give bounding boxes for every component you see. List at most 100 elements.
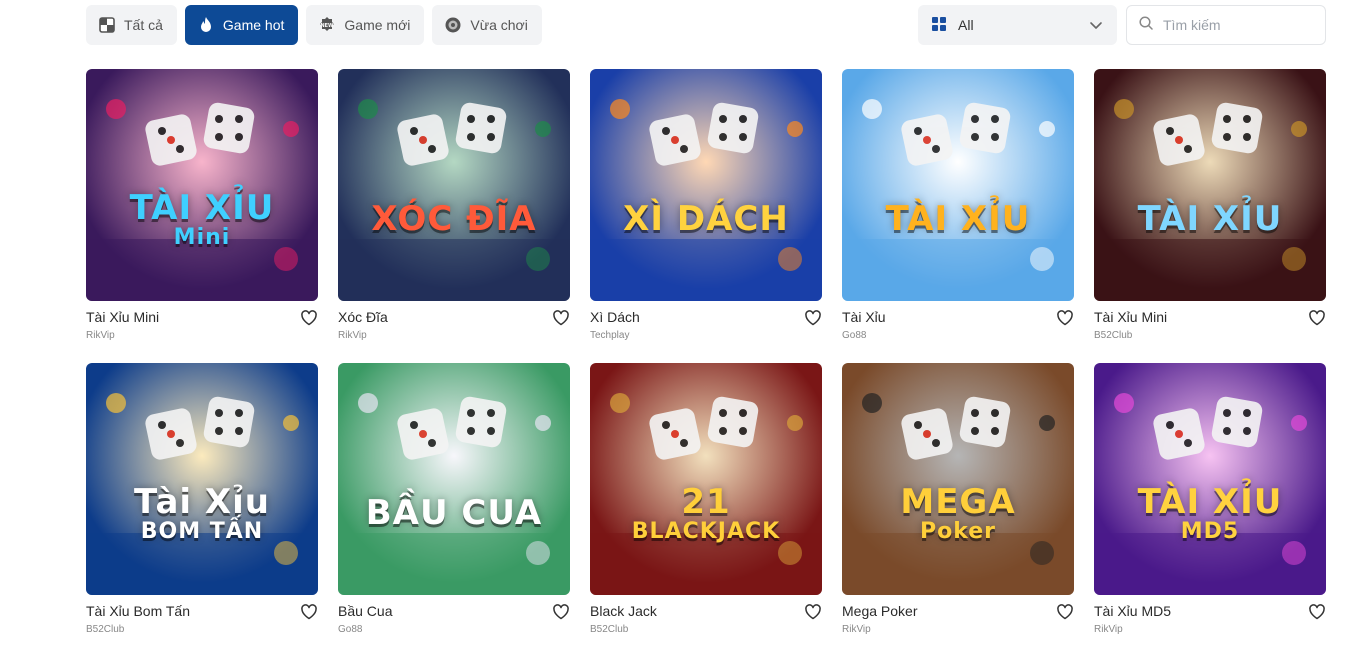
game-info: Tài Xỉu MD5 RikVip	[1094, 603, 1326, 643]
game-thumbnail[interactable]: TÀI XỈU MD5	[1094, 363, 1326, 595]
game-card[interactable]: MEGA Poker Mega Poker RikVip	[842, 363, 1074, 643]
game-thumbnail[interactable]: Tài Xỉu BOM TẤN	[86, 363, 318, 595]
game-name[interactable]: Tài Xỉu Bom Tấn	[86, 603, 318, 619]
game-card[interactable]: TÀI XỈU MD5 Tài Xỉu MD5 RikVip	[1094, 363, 1326, 643]
game-provider: B52Club	[590, 624, 629, 635]
game-card[interactable]: Tài Xỉu BOM TẤN Tài Xỉu Bom Tấn B52Club	[86, 363, 318, 643]
game-thumbnail[interactable]: XÌ DÁCH	[590, 69, 822, 301]
game-info: Bầu Cua Go88	[338, 603, 570, 643]
game-name[interactable]: Bầu Cua	[338, 603, 570, 619]
game-name[interactable]: Tài Xỉu MD5	[1094, 603, 1326, 619]
favorite-heart-icon[interactable]	[1308, 603, 1326, 621]
all-games-icon	[98, 16, 116, 34]
svg-text:NEW: NEW	[321, 23, 335, 29]
game-logo: XÌ DÁCH	[623, 199, 789, 239]
search-input[interactable]	[1163, 17, 1313, 33]
favorite-heart-icon[interactable]	[804, 309, 822, 327]
game-card[interactable]: TÀI XỈU Tài Xỉu Mini B52Club	[1094, 69, 1326, 349]
game-thumbnail[interactable]: BẦU CUA	[338, 363, 570, 595]
game-thumbnail[interactable]: TÀI XỈU Mini	[86, 69, 318, 301]
tab-all[interactable]: Tất cả	[86, 5, 177, 45]
game-provider: B52Club	[1094, 330, 1133, 341]
new-badge-icon: NEW	[318, 16, 336, 34]
game-provider: Techplay	[590, 330, 630, 341]
favorite-heart-icon[interactable]	[1308, 309, 1326, 327]
game-provider: Go88	[842, 330, 867, 341]
tab-all-label: Tất cả	[124, 17, 163, 33]
game-thumbnail[interactable]: TÀI XỈU	[842, 69, 1074, 301]
favorite-heart-icon[interactable]	[300, 603, 318, 621]
game-logo: MEGA Poker	[900, 482, 1016, 544]
game-thumbnail[interactable]: MEGA Poker	[842, 363, 1074, 595]
game-thumbnail[interactable]: 21 BLACKJACK	[590, 363, 822, 595]
game-card[interactable]: XÌ DÁCH Xì Dách Techplay	[590, 69, 822, 349]
game-name[interactable]: Tài Xỉu Mini	[1094, 309, 1326, 325]
dice-artwork	[1094, 393, 1326, 595]
game-info: Mega Poker RikVip	[842, 603, 1074, 643]
dice-artwork	[842, 99, 1074, 301]
game-logo: XÓC ĐĨA	[371, 199, 537, 239]
game-name[interactable]: Tài Xỉu	[842, 309, 1074, 325]
game-name[interactable]: Xì Dách	[590, 309, 822, 325]
game-provider: Go88	[338, 624, 363, 635]
search-icon	[1139, 15, 1153, 35]
game-name[interactable]: Xóc Đĩa	[338, 309, 570, 325]
game-logo: BẦU CUA	[365, 493, 543, 533]
game-logo: Tài Xỉu BOM TẤN	[134, 482, 270, 544]
dice-artwork	[86, 99, 318, 301]
search-box	[1126, 5, 1326, 45]
dice-artwork	[842, 393, 1074, 595]
game-provider: RikVip	[842, 624, 871, 635]
game-card[interactable]: 21 BLACKJACK Black Jack B52Club	[590, 363, 822, 643]
game-logo: TÀI XỈU	[1137, 199, 1283, 239]
favorite-heart-icon[interactable]	[804, 603, 822, 621]
tab-game-hot-label: Game hot	[222, 17, 285, 33]
game-thumbnail[interactable]: XÓC ĐĨA	[338, 69, 570, 301]
game-provider: RikVip	[86, 330, 115, 341]
game-info: Tài Xỉu Mini B52Club	[1094, 309, 1326, 349]
grid-icon	[932, 16, 946, 34]
game-provider: RikVip	[1094, 624, 1123, 635]
dice-artwork	[1094, 99, 1326, 301]
dice-artwork	[86, 393, 318, 595]
tab-game-new[interactable]: NEW Game mới	[306, 5, 425, 45]
favorite-heart-icon[interactable]	[1056, 309, 1074, 327]
game-logo: 21 BLACKJACK	[631, 482, 781, 544]
game-name[interactable]: Black Jack	[590, 603, 822, 619]
recent-play-icon	[444, 16, 462, 34]
game-info: Tài Xỉu Bom Tấn B52Club	[86, 603, 318, 643]
tab-game-new-label: Game mới	[344, 17, 411, 33]
dice-artwork	[338, 393, 570, 595]
game-card[interactable]: TÀI XỈU Mini Tài Xỉu Mini RikVip	[86, 69, 318, 349]
game-provider: RikVip	[338, 330, 367, 341]
game-card[interactable]: XÓC ĐĨA Xóc Đĩa RikVip	[338, 69, 570, 349]
favorite-heart-icon[interactable]	[552, 309, 570, 327]
flame-icon	[197, 16, 215, 34]
tab-recent-label: Vừa chơi	[470, 17, 528, 33]
tab-recent[interactable]: Vừa chơi	[432, 5, 542, 45]
game-logo: TÀI XỈU	[885, 199, 1031, 239]
game-provider: B52Club	[86, 624, 125, 635]
favorite-heart-icon[interactable]	[552, 603, 570, 621]
game-info: Tài Xỉu Go88	[842, 309, 1074, 349]
dice-artwork	[590, 99, 822, 301]
game-thumbnail[interactable]: TÀI XỈU	[1094, 69, 1326, 301]
game-name[interactable]: Mega Poker	[842, 603, 1074, 619]
chevron-down-icon	[1089, 18, 1103, 32]
dice-artwork	[590, 393, 822, 595]
game-info: Black Jack B52Club	[590, 603, 822, 643]
favorite-heart-icon[interactable]	[300, 309, 318, 327]
game-logo: TÀI XỈU MD5	[1137, 482, 1283, 544]
favorite-heart-icon[interactable]	[1056, 603, 1074, 621]
game-logo: TÀI XỈU Mini	[129, 188, 275, 250]
tab-game-hot[interactable]: Game hot	[184, 5, 299, 45]
provider-filter-select[interactable]: All	[918, 5, 1117, 45]
game-card[interactable]: TÀI XỈU Tài Xỉu Go88	[842, 69, 1074, 349]
game-name[interactable]: Tài Xỉu Mini	[86, 309, 318, 325]
category-tabs: Tất cả Game hot NEW Game mới Vừa chơi	[86, 5, 542, 45]
toolbar: Tất cả Game hot NEW Game mới Vừa chơi Al…	[86, 5, 1326, 45]
game-info: Xì Dách Techplay	[590, 309, 822, 349]
game-card[interactable]: BẦU CUA Bầu Cua Go88	[338, 363, 570, 643]
dice-artwork	[338, 99, 570, 301]
game-info: Xóc Đĩa RikVip	[338, 309, 570, 349]
